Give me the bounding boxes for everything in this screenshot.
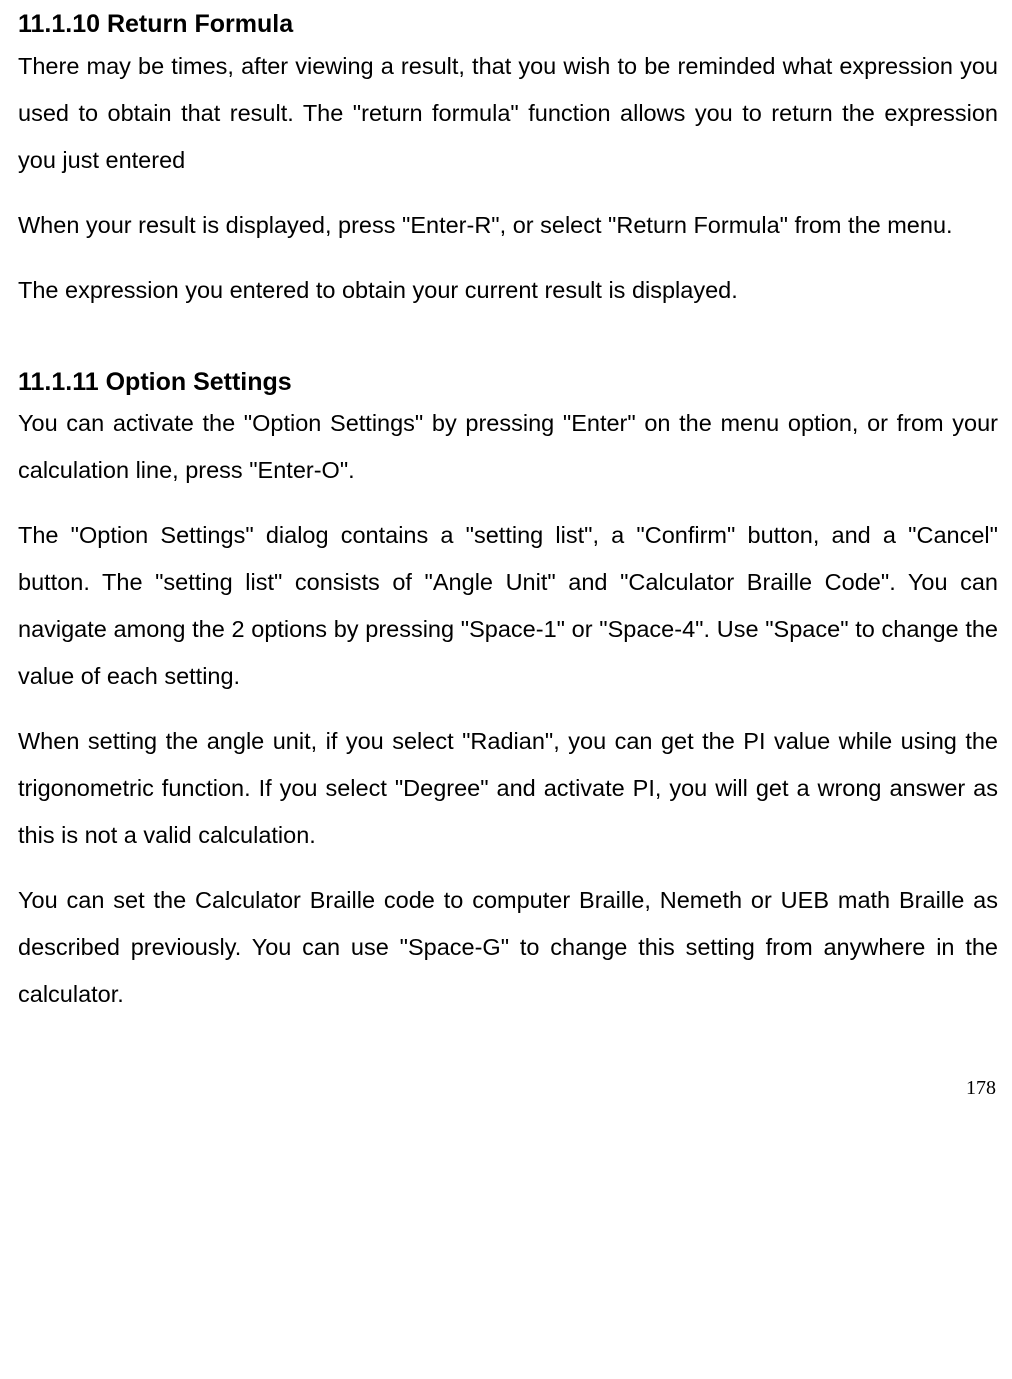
section-heading-option-settings: 11.1.11 Option Settings: [18, 366, 998, 399]
body-paragraph: The expression you entered to obtain you…: [18, 267, 998, 314]
page-number: 178: [18, 1078, 996, 1098]
body-paragraph: You can set the Calculator Braille code …: [18, 877, 998, 1018]
body-paragraph: When setting the angle unit, if you sele…: [18, 718, 998, 859]
body-paragraph: You can activate the "Option Settings" b…: [18, 400, 998, 494]
body-paragraph: The "Option Settings" dialog contains a …: [18, 512, 998, 700]
body-paragraph: When your result is displayed, press "En…: [18, 202, 998, 249]
section-heading-return-formula: 11.1.10 Return Formula: [18, 8, 998, 41]
body-paragraph: There may be times, after viewing a resu…: [18, 43, 998, 184]
